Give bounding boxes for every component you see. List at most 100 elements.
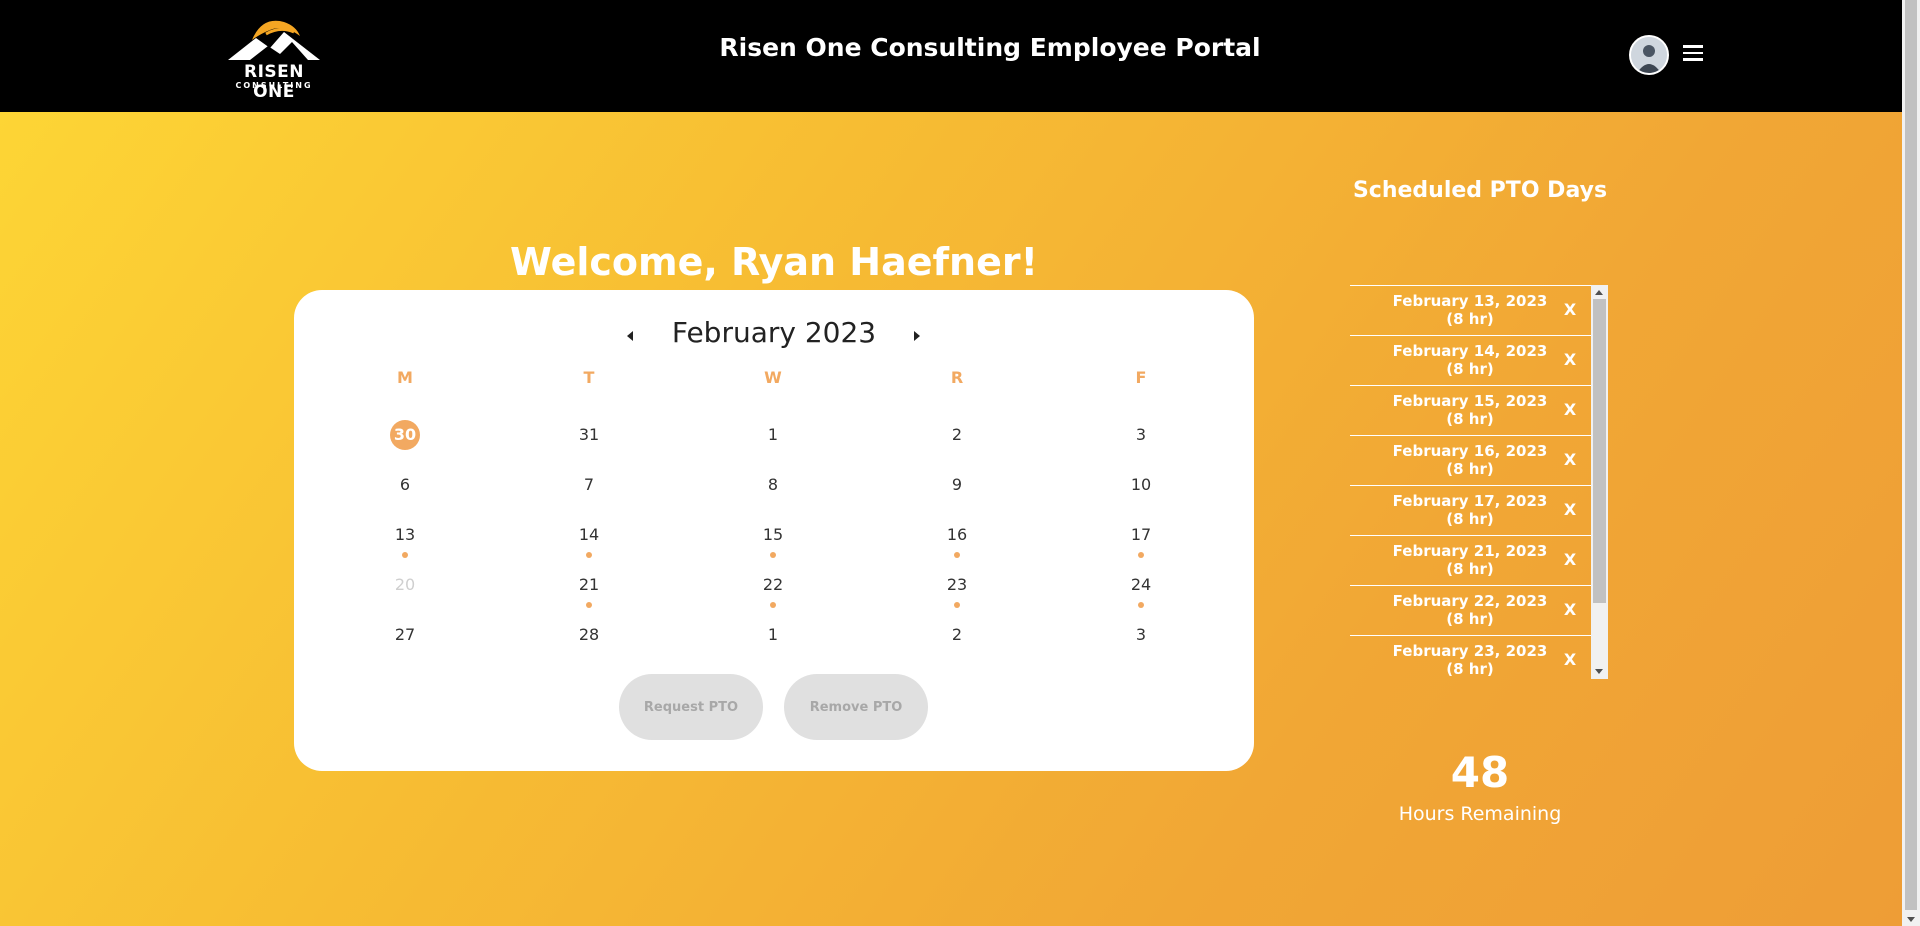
calendar-day[interactable]: 3 [1121, 420, 1161, 450]
remove-pto-day-button[interactable]: X [1561, 650, 1579, 669]
viewport: RISEN ONE CONSULTING Risen One Consultin… [0, 0, 1902, 926]
pto-date-text: February 17, 2023 (8 hr) [1350, 492, 1590, 528]
calendar-day[interactable]: 3 [1121, 620, 1161, 650]
remove-pto-day-button[interactable]: X [1561, 450, 1579, 469]
pto-date-text: February 13, 2023 (8 hr) [1350, 292, 1590, 328]
calendar-day[interactable]: 13 [385, 520, 425, 550]
hours-remaining-value: 48 [1450, 748, 1510, 797]
caret-right-icon[interactable] [912, 330, 922, 342]
pto-date-text: February 15, 2023 (8 hr) [1350, 392, 1590, 428]
calendar-day[interactable]: 7 [569, 470, 609, 500]
calendar-day[interactable]: 22 [753, 570, 793, 600]
calendar-day[interactable]: 31 [569, 420, 609, 450]
calendar-day[interactable]: 1 [753, 620, 793, 650]
pto-list-item: February 22, 2023 (8 hr) X [1350, 585, 1593, 635]
page-scroll-down-icon[interactable] [1907, 917, 1915, 922]
weekday-header: W [764, 368, 782, 387]
pto-list-item: February 15, 2023 (8 hr) X [1350, 385, 1593, 435]
remove-pto-day-button[interactable]: X [1561, 350, 1579, 369]
pto-marker-dot [402, 552, 408, 558]
weekday-header: M [397, 368, 413, 387]
pto-marker-dot [770, 602, 776, 608]
logo-subtext: CONSULTING [235, 81, 313, 90]
user-avatar[interactable] [1629, 35, 1669, 75]
pto-list-item: February 14, 2023 (8 hr) X [1350, 335, 1593, 385]
pto-date: February 23, 2023 [1392, 642, 1548, 660]
calendar-day[interactable]: 24 [1121, 570, 1161, 600]
calendar-day[interactable]: 16 [937, 520, 977, 550]
pto-list-item: February 23, 2023 (8 hr) X [1350, 635, 1593, 679]
calendar-day[interactable]: 17 [1121, 520, 1161, 550]
pto-list-item: February 17, 2023 (8 hr) X [1350, 485, 1593, 535]
calendar-day[interactable]: 23 [937, 570, 977, 600]
remove-pto-day-button[interactable]: X [1561, 500, 1579, 519]
pto-date: February 14, 2023 [1392, 342, 1548, 360]
pto-list-item: February 13, 2023 (8 hr) X [1350, 285, 1593, 335]
pto-date: February 15, 2023 [1392, 392, 1548, 410]
calendar-day[interactable]: 6 [385, 470, 425, 500]
pto-heading: Scheduled PTO Days [1352, 178, 1608, 203]
weekday-header: F [1135, 368, 1147, 387]
calendar-day[interactable]: 14 [569, 520, 609, 550]
hours-remaining-label: Hours Remaining [1398, 803, 1562, 825]
pto-date-text: February 21, 2023 (8 hr) [1350, 542, 1590, 578]
pto-hours: (8 hr) [1446, 410, 1494, 428]
pto-hours: (8 hr) [1446, 660, 1494, 678]
welcome-heading: Welcome, Ryan Haefner! [510, 240, 1038, 284]
remove-pto-day-button[interactable]: X [1561, 400, 1579, 419]
calendar-day[interactable]: 8 [753, 470, 793, 500]
avatar-photo-icon [1631, 37, 1667, 73]
calendar-day[interactable]: 1 [753, 420, 793, 450]
page-scroll-thumb[interactable] [1905, 0, 1917, 910]
pto-hours: (8 hr) [1446, 560, 1494, 578]
pto-date-text: February 22, 2023 (8 hr) [1350, 592, 1590, 628]
pto-hours: (8 hr) [1446, 310, 1494, 328]
pto-hours: (8 hr) [1446, 360, 1494, 378]
pto-list-item: February 16, 2023 (8 hr) X [1350, 435, 1593, 485]
calendar-day[interactable]: 28 [569, 620, 609, 650]
calendar-day[interactable]: 10 [1121, 470, 1161, 500]
remove-pto-button[interactable]: Remove PTO [784, 674, 928, 740]
weekday-header: R [950, 368, 964, 387]
pto-date-text: February 16, 2023 (8 hr) [1350, 442, 1590, 478]
pto-date-text: February 14, 2023 (8 hr) [1350, 342, 1590, 378]
pto-date: February 13, 2023 [1392, 292, 1548, 310]
page-title: Risen One Consulting Employee Portal [719, 33, 1261, 62]
pto-date-text: February 23, 2023 (8 hr) [1350, 642, 1590, 678]
pto-marker-dot [1138, 602, 1144, 608]
calendar-day[interactable]: 27 [385, 620, 425, 650]
hamburger-menu-icon[interactable] [1683, 45, 1703, 61]
pto-marker-dot [586, 552, 592, 558]
scroll-thumb[interactable] [1593, 299, 1606, 603]
weekday-header: T [583, 368, 595, 387]
pto-marker-dot [954, 602, 960, 608]
pto-hours: (8 hr) [1446, 610, 1494, 628]
pto-marker-dot [770, 552, 776, 558]
pto-marker-dot [586, 602, 592, 608]
pto-date: February 22, 2023 [1392, 592, 1548, 610]
pto-date: February 21, 2023 [1392, 542, 1548, 560]
pto-marker-dot [954, 552, 960, 558]
calendar-day[interactable]: 15 [753, 520, 793, 550]
calendar-day[interactable]: 9 [937, 470, 977, 500]
top-header: RISEN ONE CONSULTING Risen One Consultin… [0, 0, 1902, 112]
remove-pto-day-button[interactable]: X [1561, 550, 1579, 569]
scroll-up-arrow-icon[interactable] [1595, 290, 1603, 295]
calendar-month-label: February 2023 [671, 316, 877, 349]
calendar-day[interactable]: 21 [569, 570, 609, 600]
calendar-day[interactable]: 20 [385, 570, 425, 600]
scroll-down-arrow-icon[interactable] [1595, 669, 1603, 674]
request-pto-button[interactable]: Request PTO [619, 674, 763, 740]
pto-list-scrollbar[interactable] [1591, 285, 1608, 679]
pto-hours: (8 hr) [1446, 510, 1494, 528]
page-scrollbar[interactable] [1902, 0, 1920, 926]
pto-date: February 16, 2023 [1392, 442, 1548, 460]
calendar-day[interactable]: 2 [937, 420, 977, 450]
calendar-day[interactable]: 2 [937, 620, 977, 650]
calendar-day-today[interactable]: 30 [390, 420, 420, 450]
calendar-card: February 2023 M T W R F 30 31 1 2 3 6 7 8 9 10 13 14 15 16… [294, 290, 1254, 771]
remove-pto-day-button[interactable]: X [1561, 300, 1579, 319]
pto-marker-dot [1138, 552, 1144, 558]
remove-pto-day-button[interactable]: X [1561, 600, 1579, 619]
pto-list: February 13, 2023 (8 hr) X February 14, 202… [1350, 285, 1593, 679]
